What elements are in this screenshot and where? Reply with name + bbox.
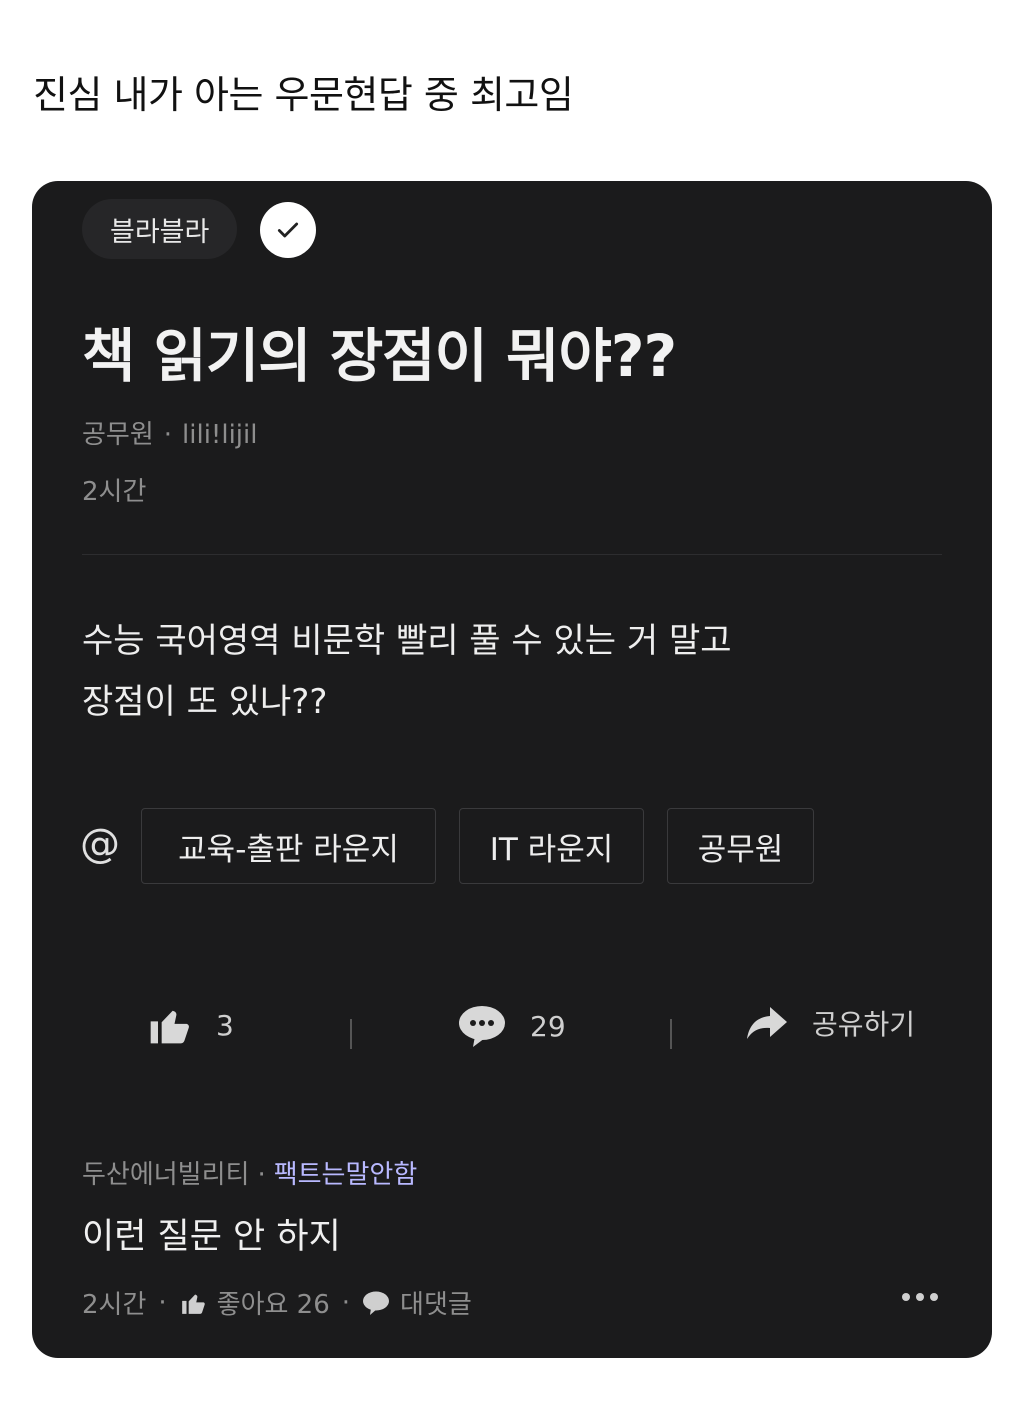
post-time: 2시간 (82, 477, 147, 507)
verified-check-icon (260, 202, 316, 258)
separator-dot: · (163, 420, 173, 450)
tag-it-lounge[interactable]: IT 라운지 (459, 808, 644, 884)
at-icon: @ (80, 821, 120, 867)
like-count: 3 (216, 1008, 234, 1042)
reply-bubble-icon (362, 1290, 390, 1316)
comment-bubble-icon (457, 1003, 507, 1049)
separator-dot: · (158, 1287, 167, 1318)
share-arrow-icon (746, 1005, 788, 1041)
thumbs-up-icon (179, 1290, 207, 1316)
author-company: 공무원 (82, 420, 154, 450)
action-separator (350, 1019, 352, 1049)
tag-public-servant[interactable]: 공무원 (667, 808, 814, 884)
post-title: 책 읽기의 장점이 뭐야?? (82, 322, 677, 390)
action-separator (670, 1019, 672, 1049)
comment-like-button[interactable]: 좋아요 26 (179, 1284, 330, 1321)
caption-text: 진심 내가 아는 우문현답 중 최고임 (33, 73, 574, 117)
author-nick: lili!lijil (182, 420, 258, 450)
comment-company: 두산에너빌리티 (82, 1160, 250, 1190)
comment-nick: 팩트는말안함 (273, 1160, 418, 1190)
post-body: 수능 국어영역 비문학 빨리 풀 수 있는 거 말고 장점이 또 있나?? (82, 611, 882, 733)
divider (82, 554, 942, 555)
reply-button[interactable]: 대댓글 (362, 1284, 472, 1321)
post-body-line: 장점이 또 있나?? (82, 682, 328, 722)
more-dot (902, 1293, 910, 1301)
comment-count: 29 (530, 1009, 566, 1043)
comment-text: 이런 질문 안 하지 (82, 1217, 341, 1257)
reply-label: 대댓글 (400, 1290, 472, 1320)
more-options-icon[interactable] (902, 1293, 938, 1301)
comment-like-label: 좋아요 26 (216, 1290, 330, 1320)
post-body-line: 수능 국어영역 비문학 빨리 풀 수 있는 거 말고 (82, 621, 732, 661)
comment-author[interactable]: 두산에너빌리티 · 팩트는말안함 (82, 1154, 417, 1191)
comment-time: 2시간 (82, 1290, 147, 1320)
like-button[interactable]: 3 (146, 1003, 234, 1047)
separator-dot: · (257, 1160, 266, 1190)
post-author[interactable]: 공무원 · lili!lijil (82, 414, 257, 451)
more-dot (916, 1293, 924, 1301)
share-label: 공유하기 (812, 1008, 916, 1041)
tag-education-lounge[interactable]: 교육-출판 라운지 (141, 808, 436, 884)
more-dot (930, 1293, 938, 1301)
thumbs-up-icon (146, 1003, 192, 1047)
separator-dot: · (341, 1287, 351, 1318)
community-label[interactable]: 블라블라 (82, 199, 238, 259)
comment-button[interactable]: 29 (457, 1003, 566, 1049)
comment-meta: 2시간 · 좋아요 26 · 대댓글 (82, 1284, 472, 1321)
share-button[interactable]: 공유하기 (746, 1003, 915, 1043)
post-card: 블라블라 책 읽기의 장점이 뭐야?? 공무원 · lili!lijil 2시간 수… (32, 181, 992, 1358)
